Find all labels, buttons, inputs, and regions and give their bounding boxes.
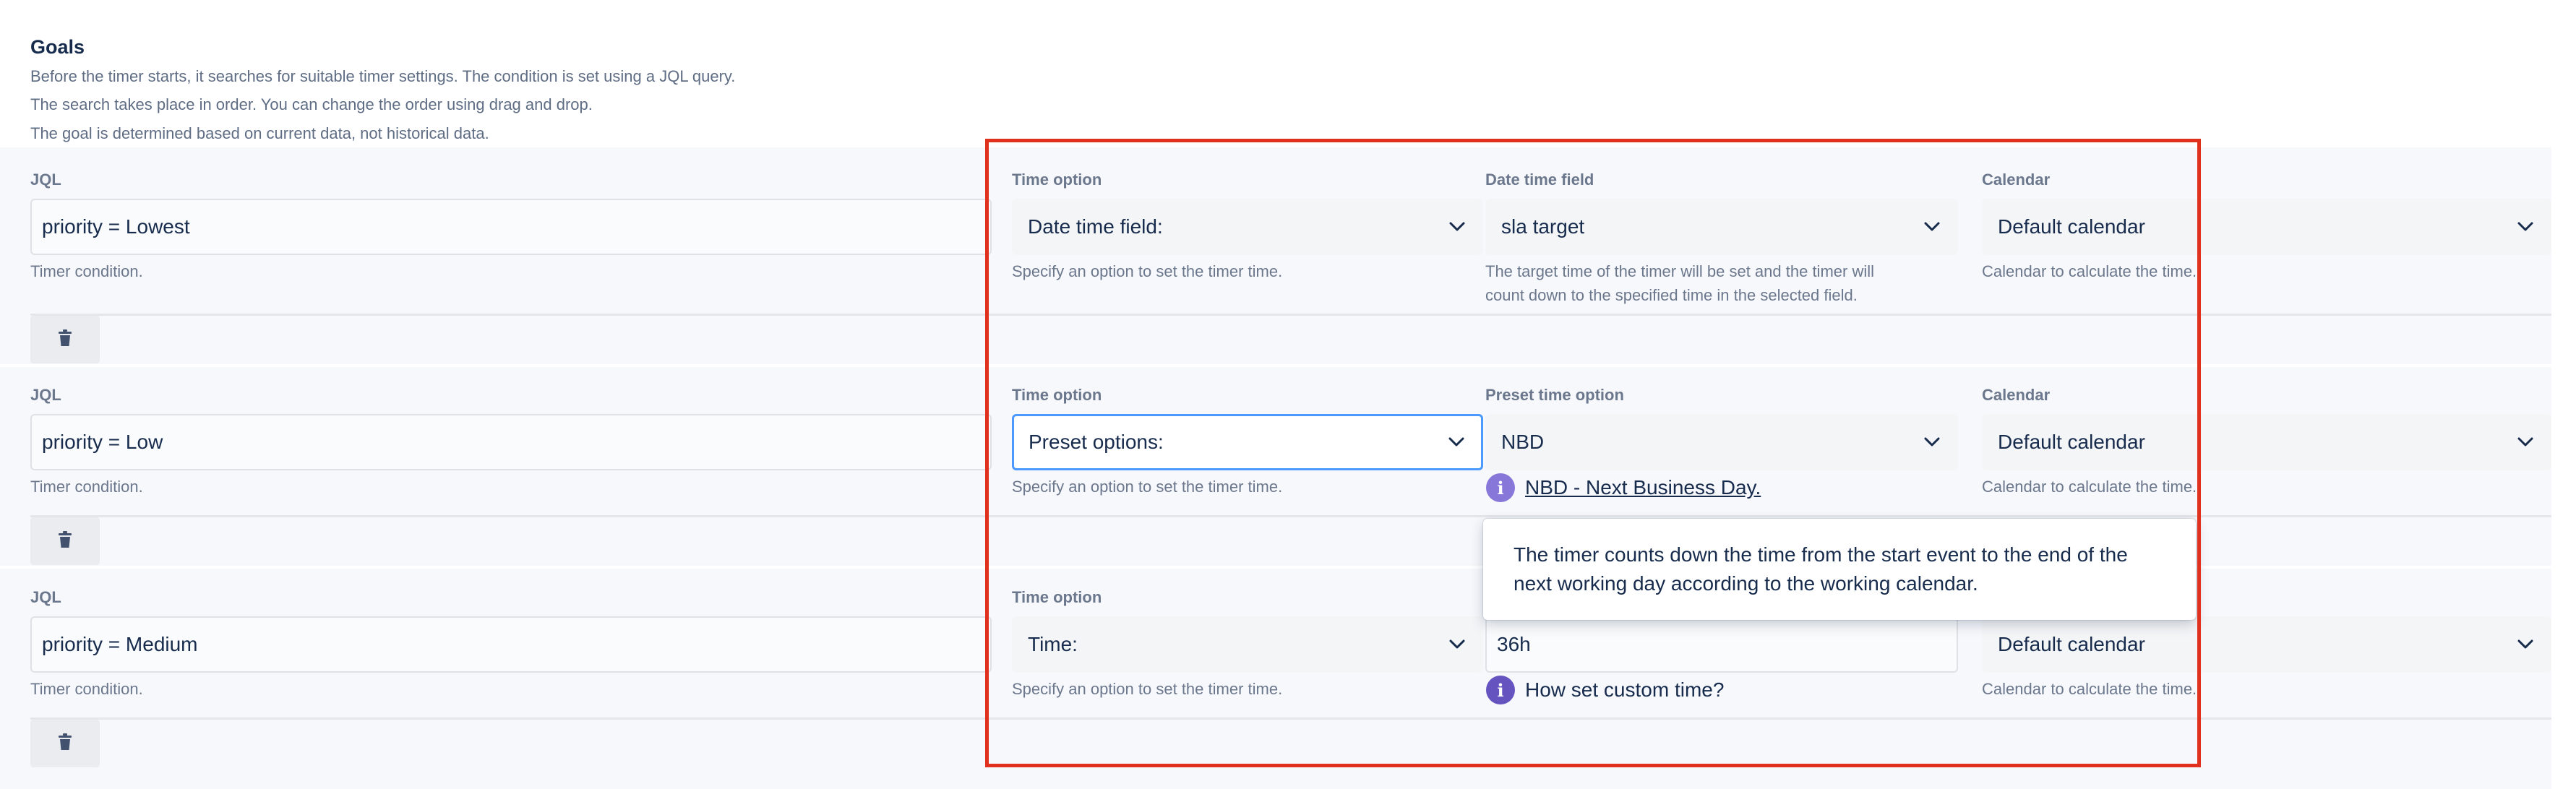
jql-help: Timer condition. (30, 262, 143, 280)
highlight-box (985, 139, 2201, 767)
description-line: The goal is determined based on current … (30, 124, 489, 142)
chevron-down-icon (2515, 217, 2536, 237)
jql-input-value: priority = Medium (42, 633, 198, 655)
delete-row-button[interactable] (30, 720, 100, 767)
jql-label: JQL (30, 386, 61, 404)
delete-row-button[interactable] (30, 517, 100, 565)
chevron-down-icon (2515, 432, 2536, 452)
jql-label: JQL (30, 588, 61, 606)
jql-input-value: priority = Lowest (42, 215, 190, 238)
jql-input[interactable]: priority = Medium (30, 616, 992, 673)
trash-icon (57, 733, 73, 754)
description-line: Before the timer starts, it searches for… (30, 67, 736, 85)
chevron-down-icon (2515, 634, 2536, 655)
jql-help: Timer condition. (30, 680, 143, 698)
trash-icon (57, 329, 73, 350)
jql-help: Timer condition. (30, 478, 143, 496)
jql-input[interactable]: priority = Low (30, 414, 992, 470)
jql-input-value: priority = Low (42, 431, 163, 453)
jql-label: JQL (30, 171, 61, 189)
delete-row-button[interactable] (30, 316, 100, 363)
description-line: The search takes place in order. You can… (30, 95, 593, 113)
trash-icon (57, 530, 73, 552)
jql-input[interactable]: priority = Lowest (30, 199, 992, 255)
section-title: Goals (30, 36, 85, 58)
